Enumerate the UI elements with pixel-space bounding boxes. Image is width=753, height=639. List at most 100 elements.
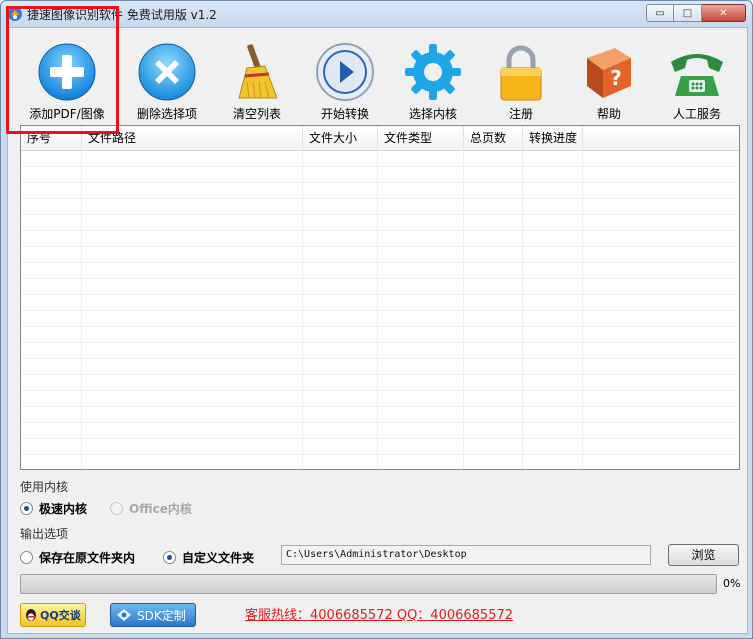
table-cell — [303, 455, 378, 469]
output-path-field[interactable]: C:\Users\Administrator\Desktop — [281, 545, 651, 565]
table-cell — [464, 375, 523, 391]
table-cell — [378, 375, 464, 391]
toolbar-label: 开始转换 — [320, 107, 369, 121]
file-list[interactable]: 序号 文件路径 文件大小 文件类型 总页数 转换进度 — [20, 125, 740, 470]
table-cell — [378, 455, 464, 469]
window-controls: ▭ □ ✕ — [646, 4, 746, 22]
qq-penguin-icon — [26, 609, 36, 621]
table-cell — [303, 295, 378, 311]
table-cell — [523, 279, 583, 295]
table-cell — [464, 439, 523, 455]
browse-button[interactable]: 浏览 — [668, 544, 739, 566]
table-cell — [523, 247, 583, 263]
output-custom-folder-option[interactable]: 自定义文件夹 — [163, 549, 254, 566]
minimize-button[interactable]: ▭ — [646, 4, 674, 22]
qq-chat-button[interactable]: QQ交谈 — [20, 603, 86, 627]
table-cell — [82, 407, 303, 423]
table-cell — [82, 167, 303, 183]
engine-fast-radio[interactable] — [20, 502, 33, 515]
table-cell — [464, 327, 523, 343]
sdk-custom-button[interactable]: SDK定制 — [110, 603, 196, 627]
table-cell — [464, 215, 523, 231]
column-header-size[interactable]: 文件大小 — [303, 126, 378, 151]
output-original-folder-radio[interactable] — [20, 551, 33, 564]
start-convert-button[interactable]: 开始转换 — [302, 32, 388, 121]
help-book-icon: ? — [587, 48, 631, 98]
table-cell — [378, 407, 464, 423]
table-row — [21, 199, 739, 215]
table-cell — [523, 423, 583, 439]
engine-office-label: Office内核 — [129, 502, 192, 516]
table-row — [21, 343, 739, 359]
delete-icon — [138, 43, 196, 101]
table-row — [21, 151, 739, 167]
table-cell — [303, 263, 378, 279]
table-row — [21, 407, 739, 423]
table-cell — [303, 407, 378, 423]
table-cell — [82, 423, 303, 439]
table-cell — [21, 327, 82, 343]
table-cell — [82, 455, 303, 469]
help-button[interactable]: ? 帮助 — [566, 32, 652, 121]
toolbar-label: 注册 — [508, 107, 533, 121]
table-cell — [523, 343, 583, 359]
column-header-progress[interactable]: 转换进度 — [523, 126, 583, 151]
table-cell — [303, 375, 378, 391]
table-cell — [464, 199, 523, 215]
table-cell — [378, 231, 464, 247]
table-cell — [303, 343, 378, 359]
table-cell — [464, 231, 523, 247]
table-cell — [464, 423, 523, 439]
column-header-pages[interactable]: 总页数 — [464, 126, 523, 151]
table-cell — [523, 327, 583, 343]
output-original-folder-option[interactable]: 保存在原文件夹内 — [20, 549, 135, 566]
table-cell — [82, 279, 303, 295]
select-engine-button[interactable]: 选择内核 — [390, 32, 476, 121]
column-header-type[interactable]: 文件类型 — [378, 126, 464, 151]
column-header-filler — [583, 126, 739, 151]
engine-fast-option[interactable]: 极速内核 — [20, 500, 87, 517]
phone-icon — [671, 54, 723, 96]
table-cell — [21, 391, 82, 407]
close-button[interactable]: ✕ — [702, 4, 746, 22]
delete-selected-button[interactable]: 删除选择项 — [124, 32, 210, 121]
table-cell — [82, 151, 303, 167]
register-button[interactable]: 注册 — [478, 32, 564, 121]
table-cell — [303, 215, 378, 231]
table-cell — [21, 231, 82, 247]
table-cell — [378, 151, 464, 167]
table-cell — [464, 343, 523, 359]
table-cell — [523, 375, 583, 391]
file-list-header: 序号 文件路径 文件大小 文件类型 总页数 转换进度 — [21, 126, 739, 151]
table-cell — [82, 295, 303, 311]
table-cell — [464, 167, 523, 183]
toolbar-label: 帮助 — [596, 107, 621, 121]
table-cell — [303, 439, 378, 455]
engine-office-radio — [110, 502, 123, 515]
maximize-button[interactable]: □ — [674, 4, 702, 22]
table-cell — [378, 423, 464, 439]
hotline-link[interactable]: 客服热线：4006685572 QQ：4006685572 — [245, 604, 513, 623]
highlight-box — [6, 6, 119, 134]
maximize-icon: □ — [682, 7, 693, 19]
table-cell — [21, 407, 82, 423]
table-cell — [303, 183, 378, 199]
manual-service-button[interactable]: 人工服务 — [654, 32, 740, 121]
table-cell — [464, 279, 523, 295]
table-row — [21, 439, 739, 455]
table-row — [21, 247, 739, 263]
table-row — [21, 279, 739, 295]
table-cell — [523, 167, 583, 183]
table-cell — [82, 263, 303, 279]
sdk-custom-label: SDK定制 — [137, 608, 186, 623]
table-row — [21, 359, 739, 375]
table-cell — [21, 183, 82, 199]
output-custom-folder-radio[interactable] — [163, 551, 176, 564]
table-cell — [523, 151, 583, 167]
table-cell — [378, 263, 464, 279]
engine-section-label: 使用内核 — [20, 480, 69, 494]
table-cell — [21, 455, 82, 469]
clear-list-button[interactable]: 清空列表 — [214, 32, 300, 121]
table-cell — [523, 199, 583, 215]
table-cell — [378, 167, 464, 183]
